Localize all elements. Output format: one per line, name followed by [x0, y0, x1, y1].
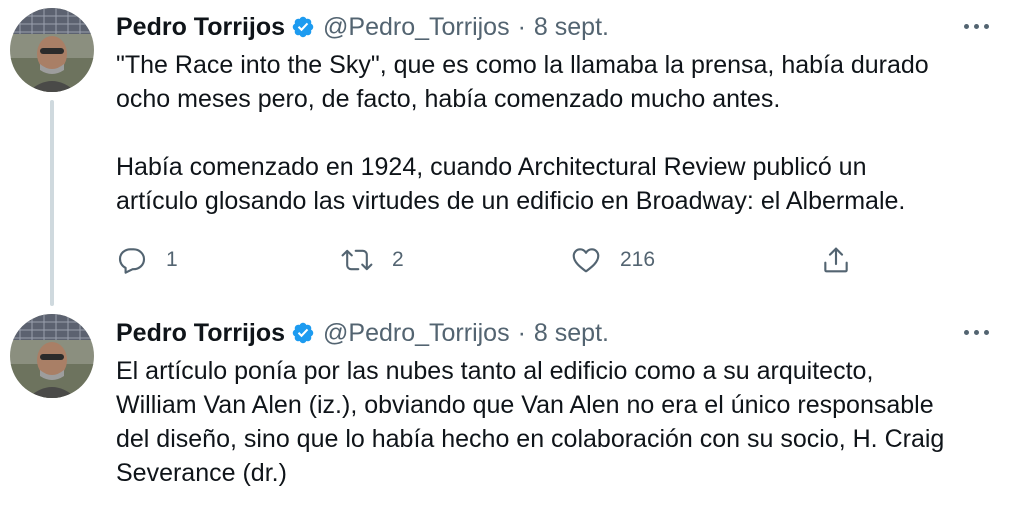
share-button[interactable] [820, 240, 852, 280]
retweet-count: 2 [392, 248, 404, 271]
author-handle[interactable]: @Pedro_Torrijos [323, 13, 510, 42]
tweet-text: "The Race into the Sky", que es como la … [116, 48, 996, 218]
tweet-header: Pedro Torrijos @Pedro_Torrijos · 8 sept. [116, 318, 609, 348]
avatar[interactable] [10, 8, 94, 92]
more-dot [983, 329, 989, 335]
thread-line [50, 100, 54, 306]
tweet-text-line: Severance (dr.) [116, 459, 287, 487]
more-horizontal-icon [963, 23, 969, 29]
more-dot [973, 23, 979, 29]
tweet-actions: 1 2 216 [116, 240, 856, 280]
tweet-text-line: artículo glosando las virtudes de un edi… [116, 187, 906, 215]
tweet-text-line: ocho meses pero, de facto, había comenza… [116, 85, 781, 113]
tweet-text-line: Había comenzado en 1924, cuando Architec… [116, 153, 867, 181]
like-button[interactable]: 216 [570, 240, 655, 280]
separator-dot: · [517, 12, 526, 41]
more-button[interactable] [956, 14, 996, 38]
verified-badge-icon [291, 321, 315, 345]
reply-count: 1 [166, 248, 178, 271]
reply-icon [116, 244, 148, 276]
tweet[interactable]: Pedro Torrijos @Pedro_Torrijos · 8 sept.… [0, 0, 1016, 306]
reply-button[interactable]: 1 [116, 240, 178, 280]
tweet-text-line: William Van Alen (iz.), obviando que Van… [116, 391, 934, 419]
tweet-text-line: El artículo ponía por las nubes tanto al… [116, 357, 874, 385]
tweet-text-line: del diseño, sino que lo había hecho en c… [116, 425, 945, 453]
tweet-date[interactable]: 8 sept. [534, 13, 609, 42]
tweet[interactable]: Pedro Torrijos @Pedro_Torrijos · 8 sept.… [0, 306, 1016, 506]
retweet-button[interactable]: 2 [340, 240, 404, 280]
more-horizontal-icon [963, 329, 969, 335]
more-button[interactable] [956, 320, 996, 344]
like-count: 216 [620, 248, 656, 271]
retweet-icon [340, 244, 374, 276]
tweet-header: Pedro Torrijos @Pedro_Torrijos · 8 sept. [116, 12, 609, 42]
share-icon [820, 244, 852, 276]
author-name[interactable]: Pedro Torrijos [116, 13, 285, 42]
tweet-date[interactable]: 8 sept. [534, 319, 609, 348]
more-dot [983, 23, 989, 29]
more-dot [973, 329, 979, 335]
tweet-text-line: "The Race into the Sky", que es como la … [116, 51, 929, 79]
avatar[interactable] [10, 314, 94, 398]
author-name[interactable]: Pedro Torrijos [116, 319, 285, 348]
heart-icon [570, 244, 602, 276]
author-handle[interactable]: @Pedro_Torrijos [323, 319, 510, 348]
verified-badge-icon [291, 15, 315, 39]
separator-dot: · [517, 318, 526, 347]
tweet-text: El artículo ponía por las nubes tanto al… [116, 354, 996, 490]
